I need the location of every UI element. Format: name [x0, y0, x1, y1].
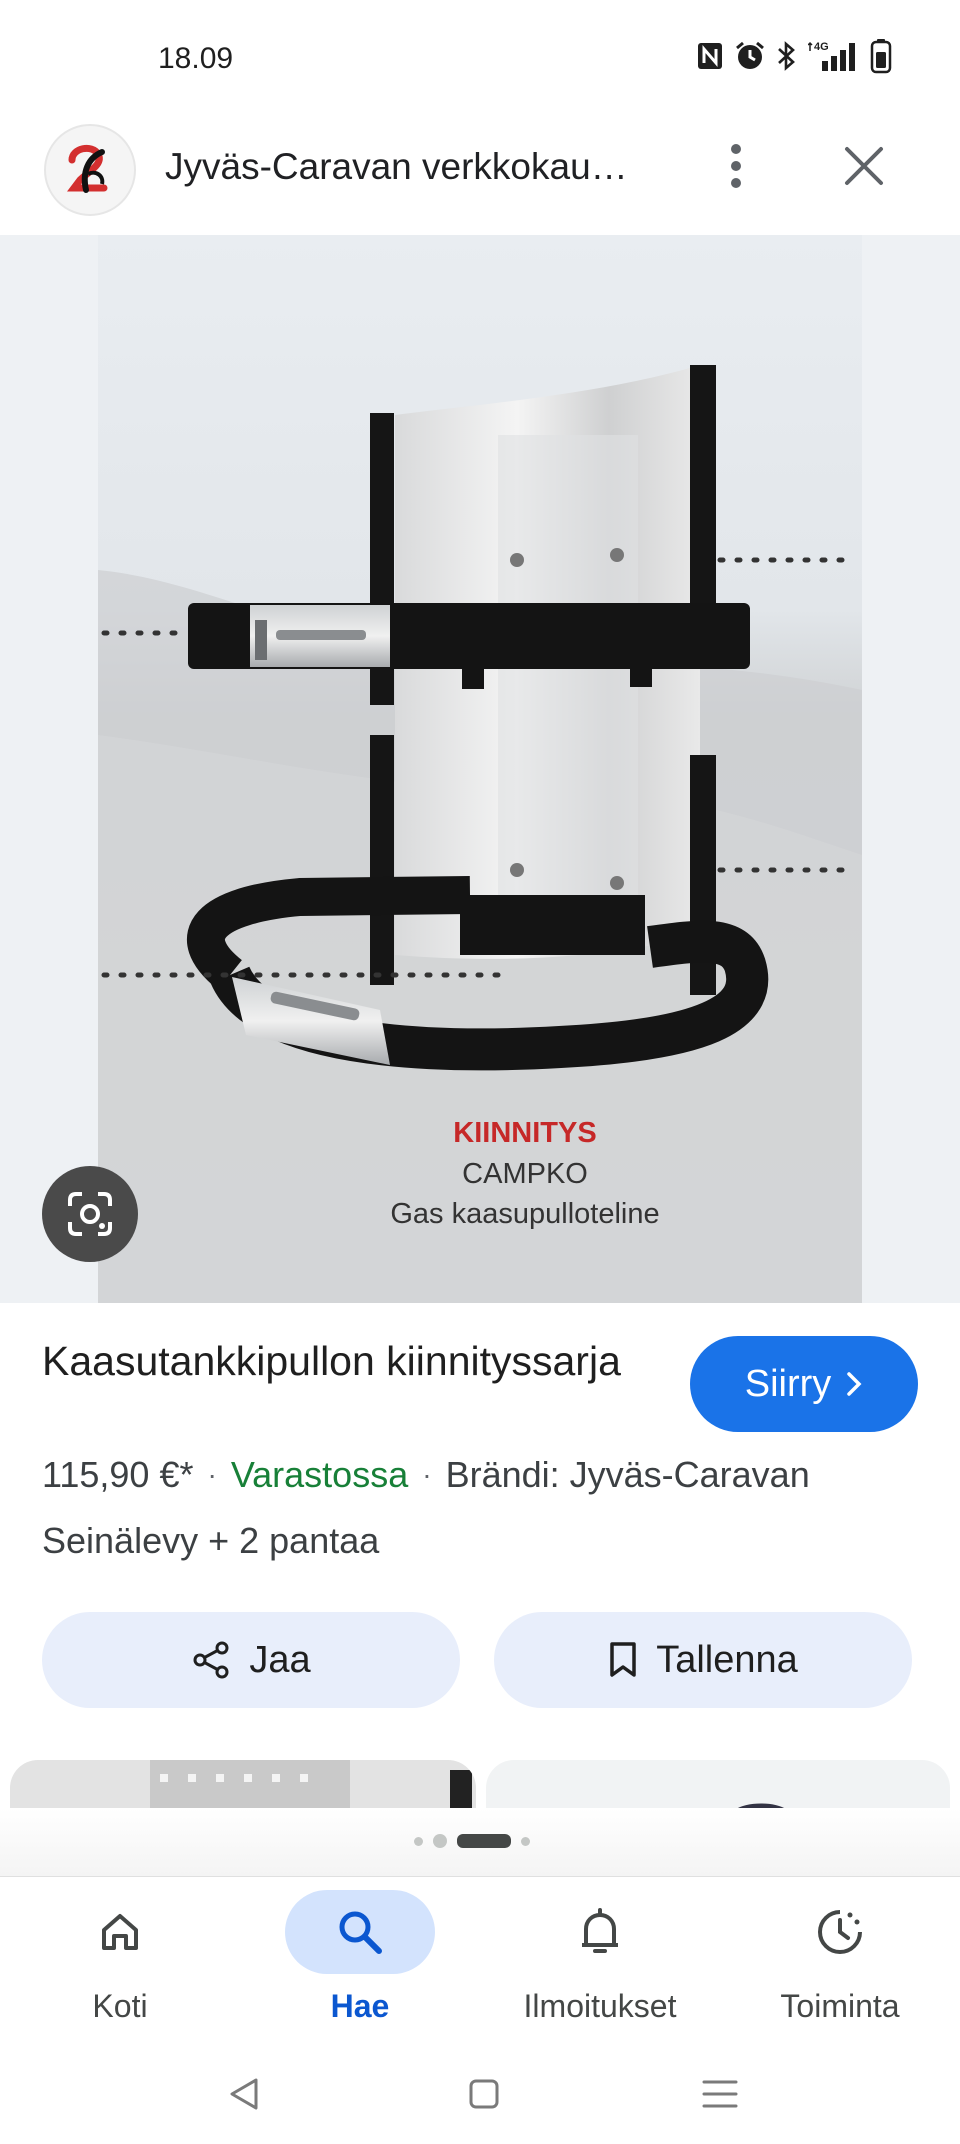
- more-vert-icon: [731, 144, 741, 188]
- save-label: Tallenna: [656, 1638, 798, 1681]
- bluetooth-icon: [778, 41, 795, 71]
- nav-icon-wrap: [285, 1890, 435, 1974]
- nav-item-koti[interactable]: Koti: [0, 1890, 240, 2025]
- more-options-button[interactable]: [716, 136, 756, 196]
- page-dot: [521, 1836, 530, 1846]
- page-indicator: [414, 1834, 530, 1848]
- site-logo[interactable]: [44, 124, 136, 216]
- nav-item-toiminta[interactable]: Toiminta: [720, 1890, 960, 2025]
- product-image[interactable]: KIINNITYS CAMPKO Gas kaasupulloteline: [0, 235, 960, 1303]
- status-icons: 4G: [696, 38, 892, 74]
- product-meta: 115,90 €* · Varastossa · Brändi: Jyväs-C…: [42, 1454, 810, 1496]
- system-home-button[interactable]: [456, 2066, 512, 2122]
- alarm-icon: [736, 41, 764, 69]
- system-recents-button[interactable]: [692, 2066, 748, 2122]
- page-dot: [433, 1834, 447, 1848]
- image-label-campko: CAMPKO: [462, 1158, 588, 1190]
- nav-item-ilmoitukset[interactable]: Ilmoitukset: [480, 1890, 720, 2025]
- nfc-icon: [698, 43, 722, 69]
- separator-dot: ·: [207, 1459, 217, 1490]
- battery-icon: [870, 39, 892, 74]
- google-lens-button[interactable]: [42, 1166, 138, 1262]
- nav-icon-wrap: [525, 1890, 675, 1974]
- page-dot: [414, 1836, 423, 1846]
- product-description: Seinälevy + 2 pantaa: [42, 1520, 380, 1561]
- share-label: Jaa: [249, 1638, 311, 1681]
- system-back-button[interactable]: [216, 2066, 272, 2122]
- nav-icon-wrap: [45, 1890, 195, 1974]
- bookmark-icon: [610, 1642, 636, 1677]
- product-brand: Brändi: Jyväs-Caravan: [445, 1454, 810, 1495]
- save-button[interactable]: Tallenna: [494, 1612, 912, 1708]
- back-triangle-icon: [230, 2078, 258, 2110]
- bell-icon: [582, 1908, 618, 1953]
- chevron-right-icon: [847, 1372, 862, 1396]
- visit-button-label: Siirry: [744, 1362, 832, 1405]
- status-time: 18.09: [158, 42, 234, 75]
- gas-bottle-holder-photo: KIINNITYS CAMPKO Gas kaasupulloteline: [98, 235, 862, 1303]
- nav-label-ilmoitukset: Ilmoitukset: [523, 1988, 677, 2024]
- share-button[interactable]: Jaa: [42, 1612, 460, 1708]
- visit-button[interactable]: Siirry: [690, 1336, 918, 1432]
- home-square-icon: [469, 2079, 499, 2109]
- nav-label-koti: Koti: [92, 1988, 148, 2024]
- site-title[interactable]: Jyväs-Caravan verkkokau…: [165, 146, 628, 188]
- activity-icon: [818, 1910, 862, 1954]
- close-button[interactable]: [838, 140, 890, 192]
- search-icon: [339, 1911, 382, 1954]
- separator-dot: ·: [422, 1459, 432, 1490]
- signal-4g-icon: 4G: [808, 41, 855, 71]
- menu-lines-icon: [702, 2080, 738, 2108]
- close-icon: [845, 147, 883, 185]
- image-label-kiinnitys: KIINNITYS: [453, 1117, 596, 1149]
- image-label-description: Gas kaasupulloteline: [390, 1198, 659, 1230]
- product-title: Kaasutankkipullon kiinnityssarja: [42, 1338, 621, 1384]
- nav-icon-wrap: [765, 1890, 915, 1974]
- jyvas-caravan-logo-icon: [67, 144, 108, 193]
- nav-item-hae[interactable]: Hae: [240, 1890, 480, 2025]
- product-price: 115,90 €*: [42, 1454, 194, 1495]
- home-icon: [102, 1914, 138, 1950]
- nav-label-hae: Hae: [330, 1988, 390, 2024]
- nav-label-toiminta: Toiminta: [780, 1988, 900, 2024]
- network-type: 4G: [814, 41, 829, 53]
- page-dot-active: [457, 1834, 511, 1848]
- google-lens-icon: [68, 1192, 112, 1236]
- stock-status: Varastossa: [230, 1454, 409, 1495]
- share-icon: [193, 1641, 229, 1679]
